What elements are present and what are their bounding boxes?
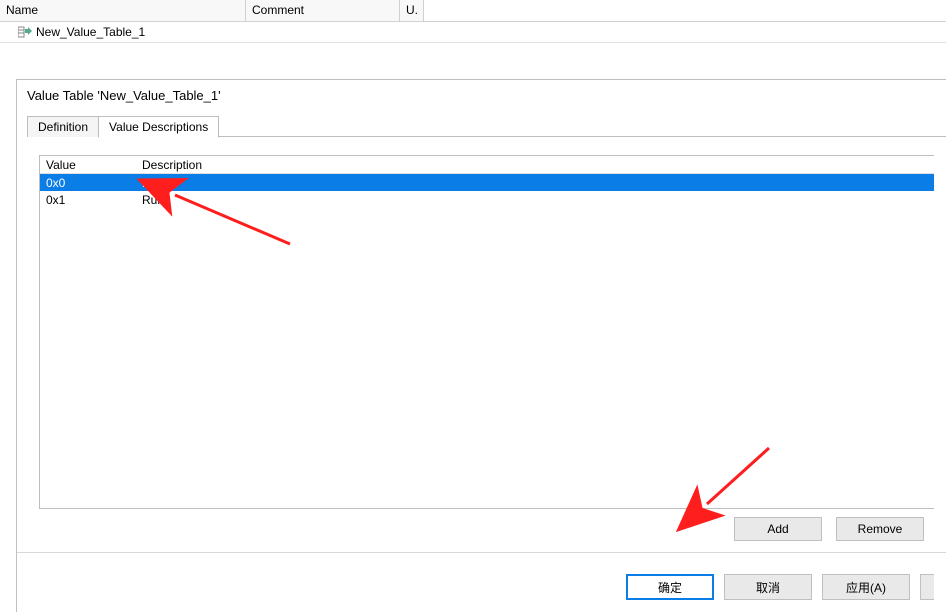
remove-button[interactable]: Remove <box>836 517 924 541</box>
header-comment[interactable]: Comment <box>246 0 400 21</box>
apply-button[interactable]: 应用(A) <box>822 574 910 600</box>
ok-button[interactable]: 确定 <box>626 574 714 600</box>
list-row[interactable]: 0x0 NO <box>40 174 934 191</box>
tree-row-name: New_Value_Table_1 <box>36 25 145 39</box>
list-header-value[interactable]: Value <box>46 158 142 172</box>
list-row[interactable]: 0x1 Run <box>40 191 934 208</box>
tab-definition[interactable]: Definition <box>27 116 99 137</box>
list-body: 0x0 NO 0x1 Run <box>40 174 934 208</box>
dialog-tabs: Definition Value Descriptions <box>27 115 946 137</box>
header-name[interactable]: Name <box>0 0 246 21</box>
add-button[interactable]: Add <box>734 517 822 541</box>
list-cell-value: 0x0 <box>46 176 142 190</box>
overflow-button-stub <box>920 574 934 600</box>
list-header: Value Description <box>40 156 934 174</box>
dialog-divider <box>17 552 946 564</box>
list-header-description[interactable]: Description <box>142 158 934 172</box>
list-cell-description: NO <box>142 176 934 190</box>
top-grid-header: Name Comment U. <box>0 0 946 22</box>
cancel-button[interactable]: 取消 <box>724 574 812 600</box>
value-descriptions-list[interactable]: Value Description 0x0 NO 0x1 Run <box>39 155 934 509</box>
list-cell-value: 0x1 <box>46 193 142 207</box>
header-u[interactable]: U. <box>400 0 424 21</box>
tree-row[interactable]: New_Value_Table_1 <box>0 22 946 42</box>
dialog-title: Value Table 'New_Value_Table_1' <box>17 80 946 115</box>
value-table-icon <box>18 26 32 38</box>
top-tree-grid: Name Comment U. New_Value_Table_1 <box>0 0 946 43</box>
value-table-dialog: Value Table 'New_Value_Table_1' Definiti… <box>16 79 946 612</box>
list-actions: Add Remove <box>17 517 924 541</box>
list-cell-description: Run <box>142 193 934 207</box>
dialog-buttons: 确定 取消 应用(A) <box>17 574 946 600</box>
tab-value-descriptions[interactable]: Value Descriptions <box>98 116 219 138</box>
